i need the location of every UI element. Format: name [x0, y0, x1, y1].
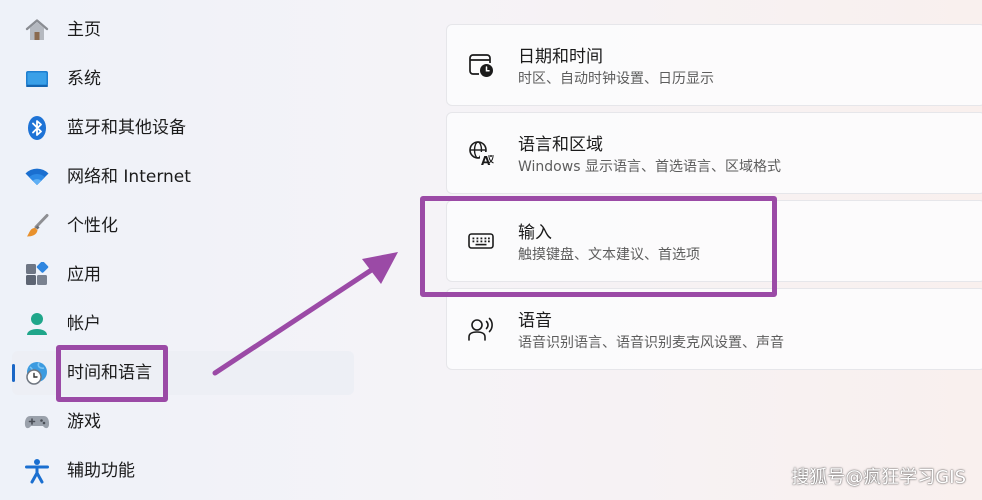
sidebar-item-gaming[interactable]: 游戏: [12, 400, 354, 444]
watermark: 搜狐号@疯狂学习GIS: [791, 467, 966, 488]
sidebar-item-apps[interactable]: 应用: [12, 253, 354, 297]
card-title: 语音: [518, 311, 552, 331]
card-description: 时区、自动时钟设置、日历显示: [518, 71, 714, 87]
card-typing[interactable]: 输入 触摸键盘、文本建议、首选项: [446, 200, 982, 282]
sidebar-item-bluetooth[interactable]: 蓝牙和其他设备: [12, 106, 354, 150]
gamepad-icon: [24, 409, 50, 435]
sidebar-item-label: 网络和 Internet: [67, 167, 191, 187]
card-speech[interactable]: 语音 语音识别语言、语音识别麦克风设置、声音: [446, 288, 982, 370]
sidebar-item-accessibility[interactable]: 辅助功能: [12, 449, 354, 493]
card-title: 语言和区域: [518, 135, 603, 155]
sidebar-item-label: 游戏: [67, 412, 101, 432]
sidebar-item-label: 时间和语言: [67, 363, 152, 383]
speech-icon: [467, 315, 495, 343]
card-language-region[interactable]: A 语言和区域 Windows 显示语言、首选语言、区域格式: [446, 112, 982, 194]
sidebar-item-time-language[interactable]: 时间和语言: [12, 351, 354, 395]
sidebar-item-home[interactable]: 主页: [12, 8, 354, 52]
card-description: Windows 显示语言、首选语言、区域格式: [518, 159, 781, 175]
sidebar-item-network[interactable]: 网络和 Internet: [12, 155, 354, 199]
globe-clock-icon: [24, 360, 50, 386]
card-title: 日期和时间: [518, 47, 603, 67]
sidebar-item-label: 系统: [67, 69, 101, 89]
calendar-clock-icon: [467, 51, 495, 79]
sidebar-item-label: 应用: [67, 265, 101, 285]
card-description: 触摸键盘、文本建议、首选项: [518, 247, 700, 263]
bluetooth-icon: [24, 115, 50, 141]
sidebar-item-personalization[interactable]: 个性化: [12, 204, 354, 248]
sidebar-item-label: 辅助功能: [67, 461, 135, 481]
selection-indicator: [12, 364, 15, 382]
home-icon: [24, 17, 50, 43]
sidebar-item-accounts[interactable]: 帐户: [12, 302, 354, 346]
apps-icon: [24, 262, 50, 288]
monitor-icon: [24, 66, 50, 92]
settings-sidebar: 主页 系统 蓝牙和其他设备 网络和 Internet 个性化 应用 帐户 时间和…: [0, 0, 370, 500]
sidebar-item-label: 蓝牙和其他设备: [67, 118, 186, 138]
wifi-icon: [24, 164, 50, 190]
language-icon: A: [467, 139, 495, 167]
person-icon: [24, 311, 50, 337]
accessibility-icon: [24, 458, 50, 484]
card-description: 语音识别语言、语音识别麦克风设置、声音: [518, 335, 784, 351]
card-date-time[interactable]: 日期和时间 时区、自动时钟设置、日历显示: [446, 24, 982, 106]
card-title: 输入: [518, 223, 552, 243]
sidebar-item-label: 帐户: [67, 314, 101, 334]
keyboard-icon: [467, 227, 495, 255]
sidebar-item-label: 个性化: [67, 216, 118, 236]
sidebar-item-system[interactable]: 系统: [12, 57, 354, 101]
paintbrush-icon: [24, 213, 50, 239]
sidebar-item-label: 主页: [67, 20, 101, 40]
